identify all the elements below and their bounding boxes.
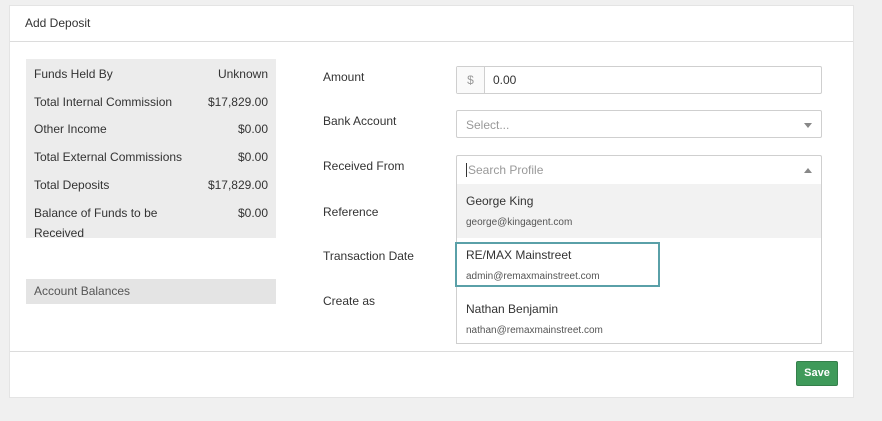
reference-label: Reference bbox=[323, 205, 379, 219]
summary-value: $17,829.00 bbox=[207, 178, 268, 192]
summary-label: Total External Commissions bbox=[34, 150, 183, 164]
account-balances-label: Account Balances bbox=[34, 284, 131, 298]
bank-account-placeholder: Select... bbox=[466, 118, 510, 132]
option-highlight-box bbox=[455, 242, 660, 287]
amount-input[interactable]: $ 0.00 bbox=[456, 66, 822, 94]
amount-value: 0.00 bbox=[493, 73, 517, 87]
option-name: Nathan Benjamin bbox=[466, 302, 559, 316]
option-name: George King bbox=[466, 194, 534, 208]
summary-value: $0.00 bbox=[237, 122, 268, 136]
currency-addon: $ bbox=[457, 67, 485, 93]
summary-label: Total Deposits bbox=[34, 178, 110, 192]
received-from-placeholder: Search Profile bbox=[468, 163, 544, 177]
transaction-date-label: Transaction Date bbox=[323, 249, 414, 263]
card-header: Add Deposit bbox=[10, 6, 853, 42]
dropdown-option[interactable]: Nathan Benjamin nathan@remaxmainstreet.c… bbox=[457, 292, 821, 346]
amount-label: Amount bbox=[323, 70, 365, 84]
option-email: nathan@remaxmainstreet.com bbox=[466, 325, 603, 336]
summary-value: $17,829.00 bbox=[207, 95, 268, 109]
summary-value: $0.00 bbox=[237, 206, 268, 220]
summary-label: Other Income bbox=[34, 122, 107, 136]
summary-value: $0.00 bbox=[237, 150, 268, 164]
create-as-label: Create as bbox=[323, 294, 376, 308]
card-title: Add Deposit bbox=[25, 16, 91, 30]
option-email: george@kingagent.com bbox=[466, 217, 573, 228]
funds-summary-panel: Funds Held By Unknown Total Internal Com… bbox=[26, 59, 276, 240]
chevron-down-icon bbox=[804, 123, 812, 128]
dropdown-option[interactable]: George King george@kingagent.com bbox=[457, 184, 821, 238]
bank-account-select[interactable]: Select... bbox=[456, 110, 822, 138]
chevron-up-icon bbox=[804, 168, 812, 173]
summary-label: Balance of Funds to be Received bbox=[34, 206, 158, 240]
received-from-label: Received From bbox=[323, 159, 405, 173]
account-balances-header[interactable]: Account Balances bbox=[26, 279, 276, 304]
summary-label: Total Internal Commission bbox=[34, 95, 173, 109]
add-deposit-card: Add Deposit Funds Held By Unknown Total … bbox=[9, 5, 854, 398]
received-from-search-input[interactable]: Search Profile bbox=[456, 155, 822, 185]
footer-divider bbox=[10, 351, 853, 352]
summary-value: Unknown bbox=[217, 67, 268, 81]
bank-account-label: Bank Account bbox=[323, 114, 397, 128]
text-cursor bbox=[466, 163, 467, 177]
summary-label: Funds Held By bbox=[34, 67, 113, 81]
save-button[interactable]: Save bbox=[796, 361, 838, 386]
